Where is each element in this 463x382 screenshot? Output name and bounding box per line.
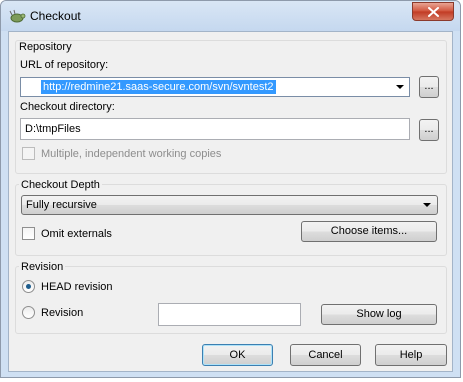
tortoisesvn-app-icon (9, 9, 26, 23)
ok-button[interactable]: OK (202, 344, 273, 366)
close-icon (428, 7, 439, 17)
window-title: Checkout (30, 9, 81, 23)
title-bar[interactable]: Checkout (1, 1, 460, 31)
checkout-dialog: Checkout Repository URL of repository: h… (0, 0, 461, 378)
head-revision-label: HEAD revision (41, 281, 113, 293)
dialog-client-area: Repository URL of repository: http://red… (8, 31, 453, 372)
revision-radio[interactable] (22, 306, 35, 319)
close-button[interactable] (412, 2, 454, 21)
repository-group-title: Repository (19, 41, 72, 53)
help-button[interactable]: Help (375, 344, 447, 366)
checkout-directory-value: D:\tmpFiles (25, 123, 81, 135)
choose-items-button[interactable]: Choose items... (301, 221, 437, 242)
checkout-depth-group-title: Checkout Depth (19, 179, 102, 191)
revision-group-title: Revision (19, 261, 66, 273)
help-label: Help (399, 349, 423, 361)
choose-items-label: Choose items... (330, 225, 408, 237)
url-browse-button[interactable]: ... (419, 76, 439, 98)
omit-externals-checkbox[interactable] (22, 227, 35, 240)
chevron-down-icon[interactable] (396, 85, 404, 89)
url-browse-label: ... (424, 80, 434, 92)
url-combobox[interactable]: http://redmine21.saas-secure.com/svn/svn… (20, 77, 410, 97)
radio-selected-dot (26, 284, 31, 289)
omit-externals-label: Omit externals (41, 228, 112, 240)
checkout-directory-label: Checkout directory: (20, 101, 115, 113)
head-revision-radio[interactable] (22, 280, 35, 293)
directory-browse-button[interactable]: ... (419, 119, 439, 141)
depth-value: Fully recursive (26, 199, 97, 211)
url-value[interactable]: http://redmine21.saas-secure.com/svn/svn… (41, 80, 276, 94)
multiple-working-copies-label: Multiple, independent working copies (41, 148, 222, 160)
directory-browse-label: ... (424, 123, 434, 135)
cancel-button[interactable]: Cancel (290, 344, 361, 366)
revision-label: Revision (41, 307, 84, 319)
checkout-directory-field[interactable]: D:\tmpFiles (20, 118, 410, 140)
url-label: URL of repository: (20, 59, 109, 71)
show-log-label: Show log (356, 308, 402, 320)
multiple-working-copies-checkbox[interactable] (22, 147, 35, 160)
show-log-button[interactable]: Show log (321, 304, 437, 325)
chevron-down-icon (423, 203, 431, 207)
ok-label: OK (229, 349, 246, 361)
revision-number-field[interactable] (158, 303, 301, 326)
cancel-label: Cancel (308, 349, 343, 361)
depth-dropdown[interactable]: Fully recursive (21, 195, 438, 215)
